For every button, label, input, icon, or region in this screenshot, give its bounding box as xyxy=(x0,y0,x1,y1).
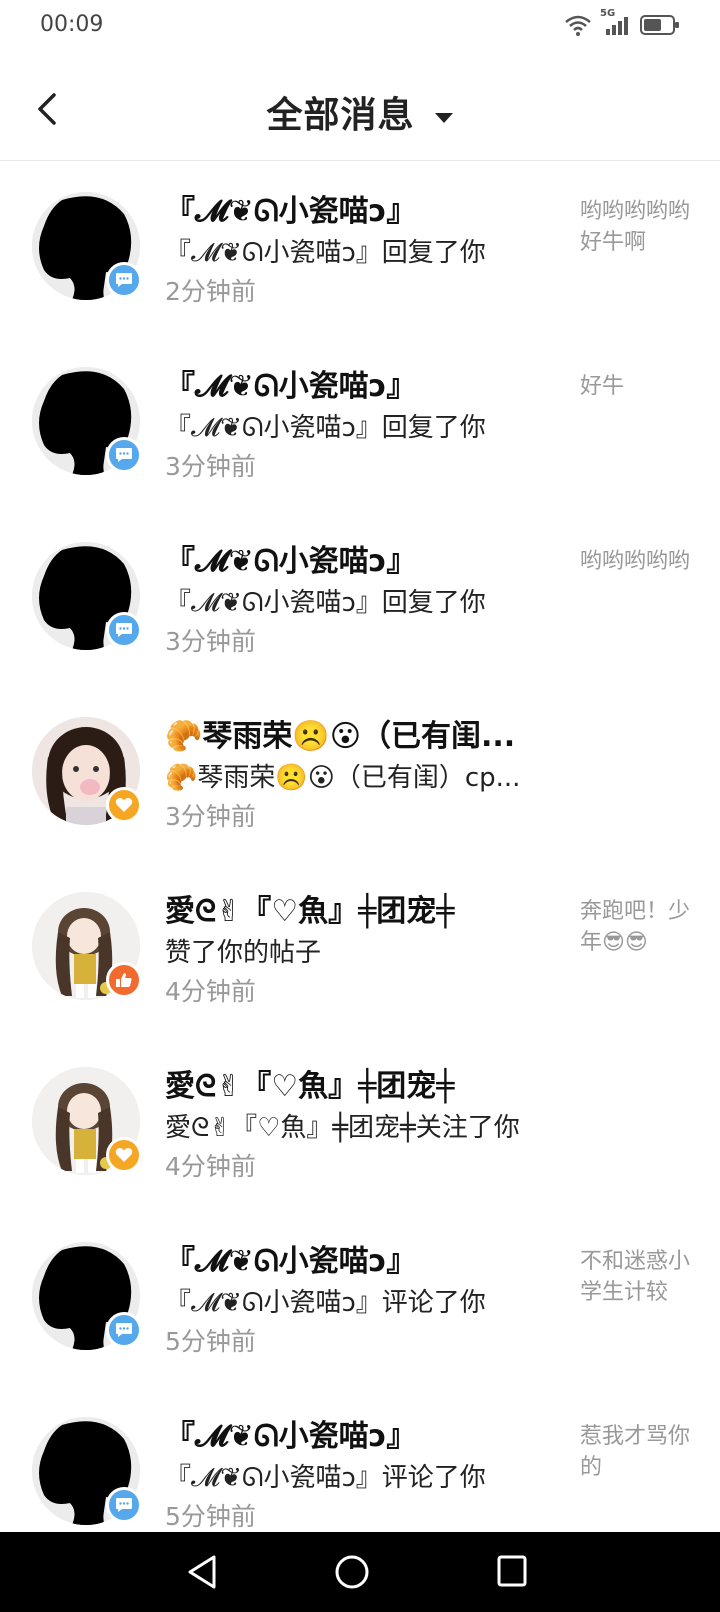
message-type-badge xyxy=(106,612,142,648)
message-item[interactable]: 愛ᘓ✌『♡魚』╪团宠╪ 赞了你的帖子 4分钟前 奔跑吧！少年😎😎 xyxy=(0,860,720,1035)
message-time: 3分钟前 xyxy=(165,452,256,481)
nav-back-button[interactable] xyxy=(186,1554,218,1594)
message-type-badge xyxy=(106,437,142,473)
message-item[interactable]: 🥐琴雨荣☹️😮（已有闺... 🥐琴雨荣☹️😮（已有闺）cp... 3分钟前 xyxy=(0,685,720,860)
circle-home-icon xyxy=(335,1555,369,1589)
heart-icon xyxy=(115,1148,133,1162)
header: 全部消息 xyxy=(0,56,720,161)
message-action-text: 『𝓜❦ᘏ小瓷喵ↄ』评论了你 xyxy=(165,1288,486,1318)
message-item[interactable]: 『𝓜❦ᘏ小瓷喵ↄ』『𝓜❦ᘏ小瓷喵ↄ』评论了你 5分钟前 不和迷惑小学生计较 xyxy=(0,1210,720,1385)
square-recents-icon xyxy=(497,1555,527,1587)
nav-home-button[interactable] xyxy=(334,1554,370,1594)
cellular-signal-icon: 5G xyxy=(600,8,630,40)
message-preview: 哟哟哟哟哟 xyxy=(580,549,691,574)
message-list: 『𝓜❦ᘏ小瓷喵ↄ』 『𝓜❦ᘏ小瓷喵ↄ』回复了你 2分钟前 哟哟哟哟哟好牛啊 『𝓜❦ᘏ小瓷… xyxy=(0,160,720,1560)
message-time: 3分钟前 xyxy=(165,802,256,831)
sender-name[interactable]: 『𝓜❦ᘏ小瓷喵ↄ』 xyxy=(165,361,555,405)
message-time: 5分钟前 xyxy=(165,1502,256,1531)
message-action-text: 愛ᘓ✌『♡魚』╪团宠╪关注了你 xyxy=(165,1113,520,1143)
message-preview: 好牛 xyxy=(580,374,625,399)
message-item[interactable]: 『𝓜❦ᘏ小瓷喵ↄ』『𝓜❦ᘏ小瓷喵ↄ』回复了你 3分钟前 哟哟哟哟哟 xyxy=(0,510,720,685)
sender-name[interactable]: 『𝓜❦ᘏ小瓷喵ↄ』 xyxy=(165,1236,555,1280)
message-time: 5分钟前 xyxy=(165,1327,256,1356)
page-title: 全部消息 xyxy=(266,95,415,136)
message-preview: 惹我才骂你的 xyxy=(580,1424,691,1480)
status-time: 00:09 xyxy=(40,12,104,37)
message-time: 4分钟前 xyxy=(165,977,256,1006)
sender-name[interactable]: 『𝓜❦ᘏ小瓷喵ↄ』 xyxy=(165,186,555,230)
message-type-badge xyxy=(106,1487,142,1523)
comment-icon xyxy=(116,1498,132,1512)
sender-name[interactable]: 愛ᘓ✌『♡魚』╪团宠╪ xyxy=(165,886,555,930)
message-item[interactable]: 『𝓜❦ᘏ小瓷喵ↄ』『𝓜❦ᘏ小瓷喵ↄ』回复了你 3分钟前 好牛 xyxy=(0,335,720,510)
message-preview: 哟哟哟哟哟好牛啊 xyxy=(580,199,691,255)
message-time: 4分钟前 xyxy=(165,1152,256,1181)
message-type-badge xyxy=(106,262,142,298)
message-time: 2分钟前 xyxy=(165,277,256,306)
message-action-text: 『𝓜❦ᘏ小瓷喵ↄ』回复了你 xyxy=(165,238,486,268)
title-dropdown[interactable]: 全部消息 xyxy=(0,86,720,138)
nav-recents-button[interactable] xyxy=(496,1554,528,1592)
sender-name[interactable]: 愛ᘓ✌『♡魚』╪团宠╪ xyxy=(165,1061,555,1105)
triangle-back-icon xyxy=(188,1555,216,1589)
message-preview: 奔跑吧！少年😎😎 xyxy=(580,899,691,955)
comment-icon xyxy=(116,1323,132,1337)
message-preview: 不和迷惑小学生计较 xyxy=(580,1249,691,1305)
message-type-badge xyxy=(106,787,142,823)
comment-icon xyxy=(116,448,132,462)
message-action-text: 🥐琴雨荣☹️😮（已有闺）cp... xyxy=(165,763,521,793)
comment-icon xyxy=(116,273,132,287)
message-type-badge xyxy=(106,962,142,998)
thumbs-up-icon xyxy=(116,973,132,987)
status-icons: 5G xyxy=(564,8,680,40)
message-time: 3分钟前 xyxy=(165,627,256,656)
sender-name[interactable]: 『𝓜❦ᘏ小瓷喵ↄ』 xyxy=(165,536,555,580)
wifi-icon xyxy=(564,14,592,40)
network-type-label: 5G xyxy=(600,8,616,19)
message-type-badge xyxy=(106,1312,142,1348)
status-bar: 00:09 5G xyxy=(0,0,720,56)
caret-down-icon xyxy=(434,109,454,128)
system-nav-bar xyxy=(0,1532,720,1612)
message-action-text: 『𝓜❦ᘏ小瓷喵ↄ』评论了你 xyxy=(165,1463,486,1493)
sender-name[interactable]: 🥐琴雨荣☹️😮（已有闺... xyxy=(165,711,555,755)
message-action-text: 赞了你的帖子 xyxy=(165,938,322,968)
message-item[interactable]: 愛ᘓ✌『♡魚』╪团宠╪ 愛ᘓ✌『♡魚』╪团宠╪关注了你 4分钟前 xyxy=(0,1035,720,1210)
comment-icon xyxy=(116,623,132,637)
message-action-text: 『𝓜❦ᘏ小瓷喵ↄ』回复了你 xyxy=(165,413,486,443)
message-type-badge xyxy=(106,1137,142,1173)
message-action-text: 『𝓜❦ᘏ小瓷喵ↄ』回复了你 xyxy=(165,588,486,618)
sender-name[interactable]: 『𝓜❦ᘏ小瓷喵ↄ』 xyxy=(165,1411,555,1455)
battery-icon xyxy=(640,14,680,40)
heart-icon xyxy=(115,798,133,812)
message-item[interactable]: 『𝓜❦ᘏ小瓷喵ↄ』『𝓜❦ᘏ小瓷喵ↄ』回复了你 2分钟前 哟哟哟哟哟好牛啊 xyxy=(0,160,720,335)
